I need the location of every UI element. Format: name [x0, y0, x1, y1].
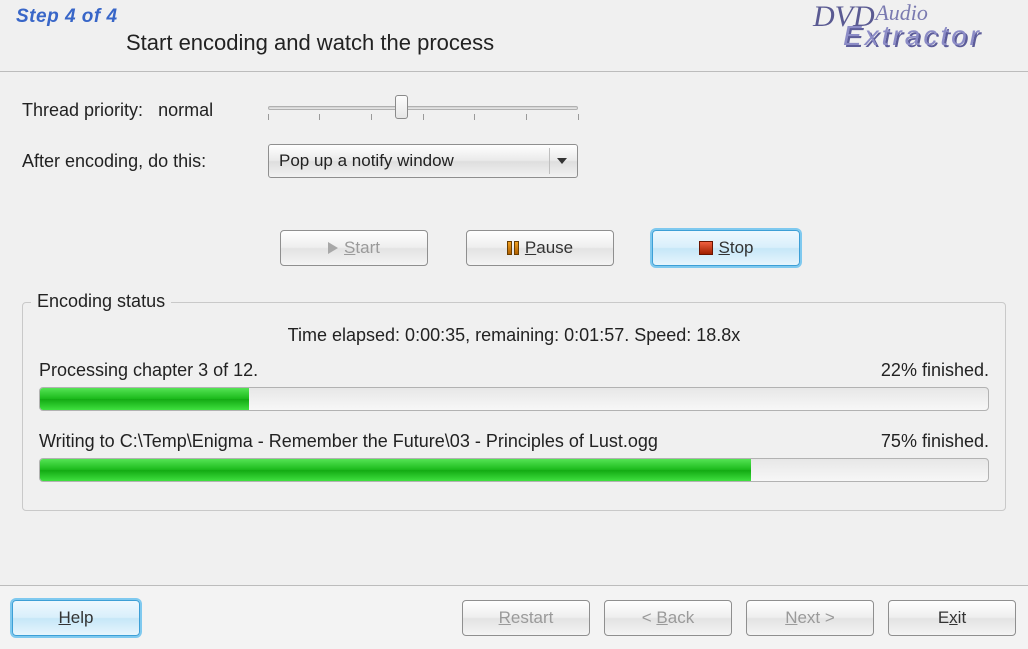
back-button: < Back: [604, 600, 732, 636]
start-button: Start: [280, 230, 428, 266]
file-progress-percent: 75% finished.: [881, 431, 989, 452]
thread-priority-slider[interactable]: [268, 96, 578, 124]
pause-icon: [507, 241, 519, 255]
stop-icon: [699, 241, 713, 255]
thread-priority-row: Thread priority: normal: [22, 96, 1006, 124]
after-encoding-selected: Pop up a notify window: [279, 151, 454, 171]
stop-accel: S: [719, 238, 730, 257]
encoding-status-group: Encoding status Time elapsed: 0:00:35, r…: [22, 302, 1006, 511]
dropdown-caret-button[interactable]: [549, 148, 573, 174]
overall-progress-bar: [39, 387, 989, 411]
slider-tick: [578, 114, 579, 120]
exit-button[interactable]: Exit: [888, 600, 1016, 636]
logo-extractor-text: Extractor: [843, 22, 982, 50]
step-indicator: Step 4 of 4: [16, 6, 118, 28]
wizard-footer: Help Restart < Back Next > Exit: [0, 585, 1028, 649]
thread-priority-label: Thread priority: normal: [22, 100, 268, 121]
time-status-line: Time elapsed: 0:00:35, remaining: 0:01:5…: [39, 325, 989, 346]
chevron-down-icon: [557, 158, 567, 164]
after-encoding-row: After encoding, do this: Pop up a notify…: [22, 144, 1006, 178]
overall-progress-fill: [40, 388, 249, 410]
restart-button: Restart: [462, 600, 590, 636]
pause-accel: P: [525, 238, 536, 257]
slider-thumb[interactable]: [395, 95, 408, 119]
page-title: Start encoding and watch the process: [126, 30, 494, 56]
next-button: Next >: [746, 600, 874, 636]
play-icon: [328, 242, 338, 254]
slider-tick: [319, 114, 320, 120]
overall-progress-label: Processing chapter 3 of 12.: [39, 360, 258, 381]
slider-tick: [474, 114, 475, 120]
slider-tick: [371, 114, 372, 120]
slider-tick: [526, 114, 527, 120]
app-logo: DVD Audio Extractor: [813, 2, 982, 50]
after-encoding-dropdown[interactable]: Pop up a notify window: [268, 144, 578, 178]
thread-priority-value: normal: [158, 100, 213, 120]
overall-progress-block: Processing chapter 3 of 12. 22% finished…: [39, 360, 989, 411]
file-progress-fill: [40, 459, 751, 481]
overall-progress-percent: 22% finished.: [881, 360, 989, 381]
wizard-header: Step 4 of 4 Start encoding and watch the…: [0, 0, 1028, 72]
pause-button[interactable]: Pause: [466, 230, 614, 266]
encoding-controls: Start Pause Stop: [280, 230, 1006, 266]
after-encoding-label: After encoding, do this:: [22, 151, 268, 172]
thread-priority-label-text: Thread priority:: [22, 100, 143, 120]
help-button[interactable]: Help: [12, 600, 140, 636]
file-progress-label: Writing to C:\Temp\Enigma - Remember the…: [39, 431, 658, 452]
slider-track: [268, 106, 578, 110]
wizard-content: Thread priority: normal After encoding, …: [0, 72, 1028, 521]
start-accel: S: [344, 238, 355, 257]
file-progress-block: Writing to C:\Temp\Enigma - Remember the…: [39, 431, 989, 482]
stop-button[interactable]: Stop: [652, 230, 800, 266]
file-progress-bar: [39, 458, 989, 482]
slider-tick: [268, 114, 269, 120]
group-title: Encoding status: [31, 291, 171, 312]
slider-tick: [423, 114, 424, 120]
